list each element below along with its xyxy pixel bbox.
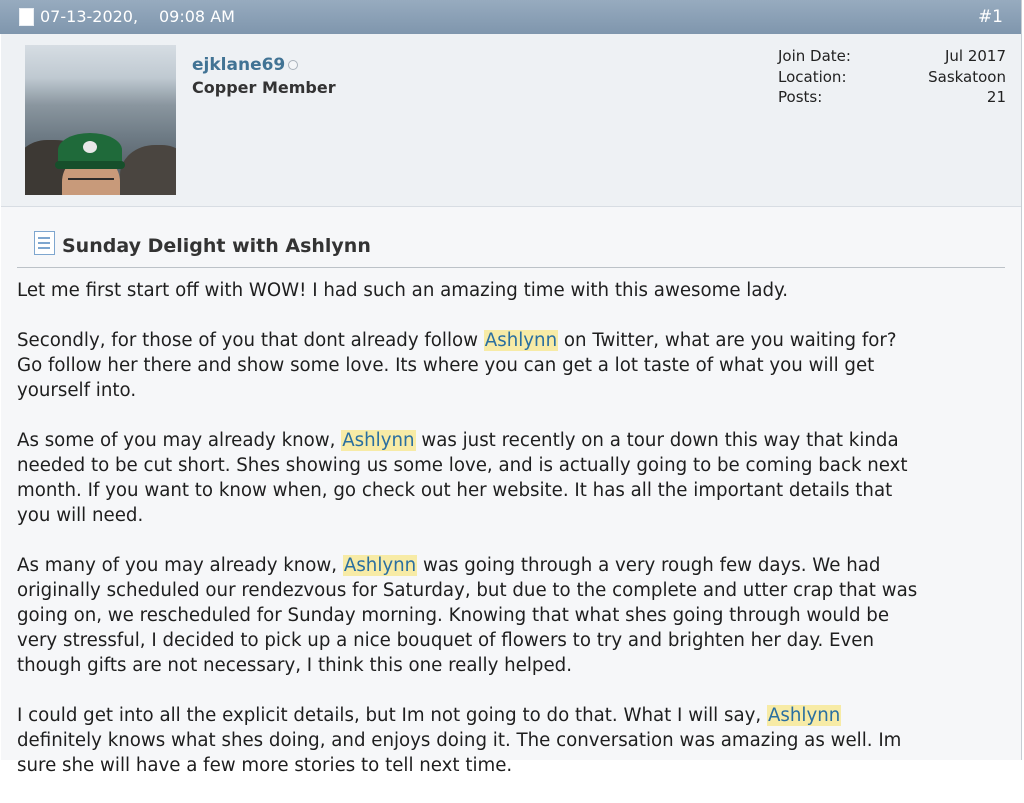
text-segment: As many of you may already know,: [17, 555, 343, 576]
text-line: Secondly, for those of you that dont alr…: [17, 328, 1007, 353]
highlighted-search-term: Ashlynn: [342, 555, 418, 576]
post-paragraph: I could get into all the explicit detail…: [17, 703, 1007, 778]
avatar[interactable]: [25, 45, 176, 195]
text-line: definitely knows what shes doing, and en…: [17, 728, 1007, 753]
post-paragraph: Let me first start off with WOW! I had s…: [17, 278, 1007, 303]
stat-join-date: Join Date: Jul 2017: [778, 47, 1006, 68]
document-icon: [19, 8, 34, 26]
text-line: going on, we rescheduled for Sunday morn…: [17, 603, 1007, 628]
text-line: sure she will have a few more stories to…: [17, 753, 1007, 778]
post-paragraph: As many of you may already know, Ashlynn…: [17, 553, 1007, 678]
post-title: Sunday Delight with Ashlynn: [62, 235, 371, 257]
user-title: Copper Member: [192, 78, 336, 97]
stat-label: Join Date:: [778, 47, 851, 65]
text-line: though gifts are not necessary, I think …: [17, 653, 1007, 678]
text-segment: going on, we rescheduled for Sunday morn…: [17, 605, 890, 626]
post-document-icon: [34, 231, 55, 255]
text-line: month. If you want to know when, go chec…: [17, 478, 1007, 503]
text-segment: yourself into.: [17, 380, 137, 401]
stat-label: Location:: [778, 67, 847, 86]
text-line: I could get into all the explicit detail…: [17, 703, 1007, 728]
stat-location: Location: Saskatoon: [778, 68, 1006, 89]
text-line: needed to be cut short. Shes showing us …: [17, 453, 1007, 478]
post-header-bar: 07-13-2020, 09:08 AM #1: [0, 0, 1021, 34]
text-line: Let me first start off with WOW! I had s…: [17, 278, 1007, 303]
title-divider: [17, 267, 1005, 268]
text-segment: was just recently on a tour down this wa…: [415, 430, 899, 451]
text-segment: on Twitter, what are you waiting for?: [558, 330, 897, 351]
text-segment: was going through a very rough few days.…: [417, 555, 881, 576]
text-segment: Let me first start off with WOW! I had s…: [17, 280, 788, 301]
offline-status-icon: [288, 60, 298, 70]
text-segment: needed to be cut short. Shes showing us …: [17, 455, 908, 476]
post-body: Let me first start off with WOW! I had s…: [17, 278, 1007, 803]
text-segment: month. If you want to know when, go chec…: [17, 480, 893, 501]
text-segment: originally scheduled our rendezvous for …: [17, 580, 918, 601]
post-content: Sunday Delight with Ashlynn Let me first…: [1, 207, 1021, 776]
highlighted-search-term: Ashlynn: [483, 330, 559, 351]
text-line: you will need.: [17, 503, 1007, 528]
text-line: originally scheduled our rendezvous for …: [17, 578, 1007, 603]
username-link[interactable]: ejklane69: [192, 55, 285, 75]
post-time: 09:08 AM: [159, 7, 235, 26]
text-line: very stressful, I decided to pick up a n…: [17, 628, 1007, 653]
text-segment: Go follow her there and show some love. …: [17, 355, 875, 376]
text-segment: you will need.: [17, 505, 144, 526]
text-segment: I could get into all the explicit detail…: [17, 705, 767, 726]
stat-label: Posts:: [778, 88, 823, 106]
stat-value: 21: [986, 88, 1006, 106]
text-line: As many of you may already know, Ashlynn…: [17, 553, 1007, 578]
highlighted-search-term: Ashlynn: [766, 705, 842, 726]
stat-posts: Posts: 21: [778, 88, 1006, 109]
text-line: Go follow her there and show some love. …: [17, 353, 1007, 378]
user-info-panel: ejklane69 Copper Member Join Date: Jul 2…: [1, 34, 1021, 207]
post-date: 07-13-2020,: [40, 7, 139, 26]
text-segment: definitely knows what shes doing, and en…: [17, 730, 902, 751]
text-line: yourself into.: [17, 378, 1007, 403]
text-segment: Secondly, for those of you that dont alr…: [17, 330, 484, 351]
post-paragraph: As some of you may already know, Ashlynn…: [17, 428, 1007, 528]
post-number-link[interactable]: #1: [978, 0, 1003, 34]
stat-value: Jul 2017: [944, 47, 1006, 65]
highlighted-search-term: Ashlynn: [341, 430, 416, 451]
forum-post: 07-13-2020, 09:08 AM #1 ejklane69 Copper…: [0, 0, 1022, 776]
stat-value: Saskatoon: [928, 67, 1006, 86]
text-segment: sure she will have a few more stories to…: [17, 755, 513, 776]
post-paragraph: Secondly, for those of you that dont alr…: [17, 328, 1007, 403]
text-segment: As some of you may already know,: [17, 430, 342, 451]
text-line: As some of you may already know, Ashlynn…: [17, 428, 1007, 453]
text-segment: though gifts are not necessary, I think …: [17, 655, 572, 676]
text-segment: very stressful, I decided to pick up a n…: [17, 630, 875, 651]
user-stats: Join Date: Jul 2017 Location: Saskatoon …: [778, 47, 1006, 109]
